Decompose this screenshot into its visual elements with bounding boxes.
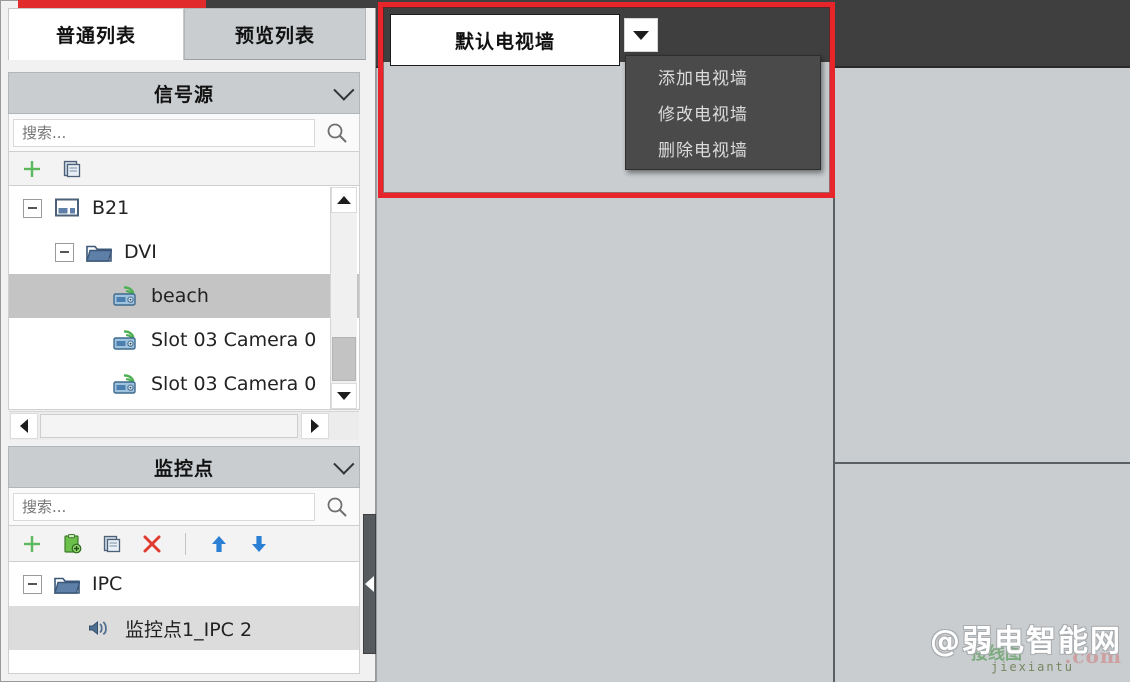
arrow-left-icon [20, 419, 28, 433]
tree-item-label: Slot 03 Camera 0 [151, 373, 317, 395]
folder-icon [86, 242, 112, 263]
search-icon[interactable] [315, 114, 359, 151]
tree-item-slot03-camera-0-b[interactable]: Slot 03 Camera 0 [9, 362, 359, 406]
folder-icon [54, 574, 80, 595]
camera-icon [111, 285, 139, 307]
arrow-up-icon [337, 196, 351, 204]
scrollbar-thumb[interactable] [332, 337, 356, 381]
wall-canvas-left-edge [376, 68, 377, 682]
arrow-down-icon [337, 392, 351, 400]
wall-grid-line-horizontal [834, 462, 1130, 464]
tab-normal-list-label: 普通列表 [55, 25, 136, 47]
monitor-icon [54, 197, 80, 219]
camera-icon [111, 329, 139, 351]
wall-grid-line-vertical [833, 68, 835, 682]
signal-source-title: 信号源 [153, 83, 214, 106]
tree-item-label: DVI [124, 241, 157, 263]
wall-selector-display[interactable]: 默认电视墙 [390, 14, 620, 66]
menu-item-edit-wall[interactable]: 修改电视墙 [626, 97, 820, 133]
menu-item-delete-wall[interactable]: 删除电视墙 [626, 133, 820, 169]
clipboard-add-icon[interactable] [59, 531, 85, 557]
tree-item-label: IPC [92, 573, 123, 595]
plus-icon[interactable] [19, 156, 45, 182]
arrow-up-icon[interactable] [206, 531, 232, 557]
chevron-down-icon [633, 30, 649, 40]
tab-preview-list-label: 预览列表 [234, 24, 315, 47]
chevron-down-icon[interactable] [333, 79, 355, 101]
monitor-point-title: 监控点 [153, 457, 214, 480]
signal-source-tree[interactable]: B21 DVI beach Slot 03 Camera 0 Slot 03 C… [8, 186, 360, 410]
tree-item-label: B21 [92, 197, 130, 219]
monitor-point-tree[interactable]: IPC 监控点1_IPC 2 [8, 562, 360, 674]
collapse-left-icon [365, 576, 374, 592]
signal-source-search-input[interactable] [13, 118, 315, 147]
signal-source-horizontal-scrollbar[interactable] [9, 411, 359, 440]
monitor-point-search-input[interactable] [13, 492, 315, 521]
wall-dropdown-menu[interactable]: 添加电视墙 修改电视墙 删除电视墙 [625, 55, 821, 170]
list-mode-tabs: 普通列表 预览列表 [8, 8, 368, 60]
monitor-point-search-row [8, 488, 360, 526]
tab-preview-list[interactable]: 预览列表 [184, 8, 366, 60]
tree-item-beach[interactable]: beach [9, 274, 359, 318]
search-icon[interactable] [315, 488, 359, 525]
expander-icon[interactable] [23, 574, 42, 594]
tree-item-label: 监控点1_IPC 2 [125, 618, 253, 641]
camera-icon [111, 373, 139, 395]
top-accent-strip [18, 0, 206, 8]
tree-item-b21[interactable]: B21 [9, 186, 359, 230]
tree-item-slot03-camera-0-a[interactable]: Slot 03 Camera 0 [9, 318, 359, 362]
expander-icon[interactable] [23, 198, 42, 218]
signal-source-toolbar [8, 152, 360, 186]
panel-collapse-handle[interactable] [363, 514, 376, 654]
tree-item-ipc[interactable]: IPC [9, 562, 359, 606]
top-dark-strip [206, 0, 376, 8]
arrow-right-icon [311, 419, 319, 433]
signal-source-search-row [8, 114, 360, 152]
close-x-icon[interactable] [139, 531, 165, 557]
scroll-down-button[interactable] [331, 383, 357, 409]
signal-source-header[interactable]: 信号源 [8, 72, 360, 114]
signal-source-vertical-scrollbar[interactable] [330, 187, 357, 409]
monitor-point-header[interactable]: 监控点 [8, 446, 360, 488]
wall-selector-label: 默认电视墙 [454, 30, 555, 53]
application-window: 默认电视墙 添加电视墙 修改电视墙 删除电视墙 普通列表 预览列表 信号源 搜索… [0, 0, 1130, 682]
monitor-point-toolbar [8, 526, 360, 562]
toolbar-separator [185, 532, 186, 555]
tab-normal-list[interactable]: 普通列表 [8, 8, 184, 60]
scrollbar-thumb[interactable] [40, 414, 298, 438]
copy-icon[interactable] [59, 156, 85, 182]
copy-icon[interactable] [99, 531, 125, 557]
tree-item-dvi[interactable]: DVI [9, 230, 359, 274]
tree-item-label: beach [151, 285, 209, 307]
plus-icon[interactable] [19, 531, 45, 557]
audio-icon [85, 617, 113, 639]
tree-item-label: Slot 03 Camera 0 [151, 329, 317, 351]
chevron-down-icon[interactable] [333, 453, 355, 475]
left-side-panel: 普通列表 预览列表 信号源 搜索... B21 DVI beach Slot 0… [0, 0, 376, 682]
scroll-left-button[interactable] [10, 413, 38, 439]
menu-item-add-wall[interactable]: 添加电视墙 [626, 61, 820, 97]
expander-icon[interactable] [55, 242, 74, 262]
tree-item-monitor-point-1[interactable]: 监控点1_IPC 2 [9, 606, 359, 650]
scroll-up-button[interactable] [331, 187, 357, 213]
wall-dropdown-button[interactable] [624, 18, 658, 52]
arrow-down-icon[interactable] [246, 531, 272, 557]
scroll-right-button[interactable] [301, 413, 329, 439]
